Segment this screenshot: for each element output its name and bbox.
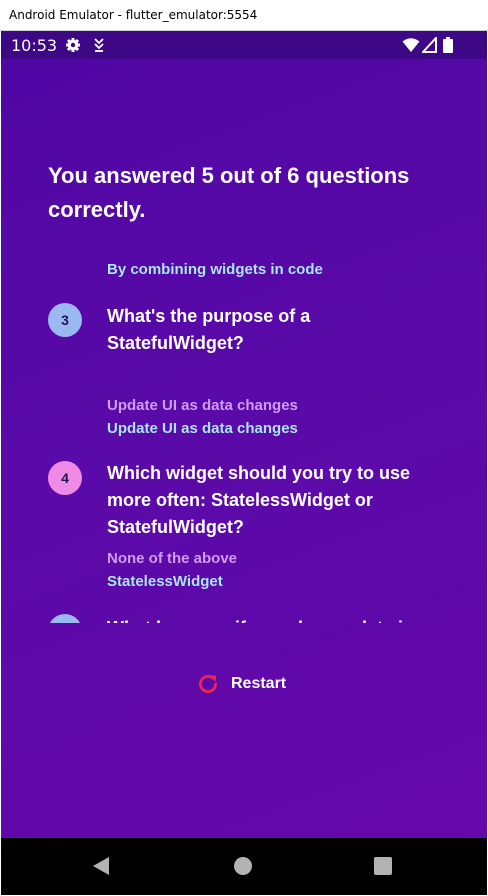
battery-icon bbox=[443, 37, 453, 53]
question-number-badge: 3 bbox=[48, 303, 82, 337]
settings-icon bbox=[66, 38, 80, 52]
emulator-screen: 10:53 You answered 5 out of 6 questions … bbox=[1, 31, 487, 895]
question-number-badge: 4 bbox=[48, 461, 82, 495]
restart-label: Restart bbox=[231, 675, 287, 692]
status-time: 10:53 bbox=[11, 36, 58, 55]
restart-button[interactable]: Restart bbox=[195, 668, 286, 700]
back-icon[interactable] bbox=[92, 856, 110, 876]
restart-icon bbox=[199, 675, 217, 693]
question-number-badge: 5 bbox=[48, 614, 82, 623]
navigation-bar bbox=[1, 838, 487, 895]
correct-answer: StatelessWidget bbox=[107, 573, 223, 590]
correct-answer: Update UI as data changes bbox=[107, 420, 298, 437]
answers-summary-list[interactable]: By combining widgets in code 3 What's th… bbox=[1, 257, 487, 623]
status-bar: 10:53 bbox=[1, 31, 487, 59]
debug-icon bbox=[94, 38, 104, 52]
correct-answer: By combining widgets in code bbox=[107, 261, 323, 278]
wifi-icon bbox=[402, 38, 420, 52]
user-answer: Update UI as data changes bbox=[107, 397, 298, 414]
home-icon[interactable] bbox=[233, 856, 253, 876]
window-title: Android Emulator - flutter_emulator:5554 bbox=[9, 8, 258, 22]
user-answer: None of the above bbox=[107, 550, 238, 567]
window-titlebar: Android Emulator - flutter_emulator:5554 bbox=[0, 0, 488, 31]
recents-icon[interactable] bbox=[374, 857, 392, 875]
question-text: Which widget should you try to use more … bbox=[107, 463, 411, 537]
signal-icon bbox=[422, 37, 437, 53]
question-text: What happens if you change data in a Sta… bbox=[107, 615, 447, 623]
score-heading: You answered 5 out of 6 questions correc… bbox=[48, 163, 410, 222]
question-text: What's the purpose of a StatefulWidget? bbox=[107, 306, 311, 353]
